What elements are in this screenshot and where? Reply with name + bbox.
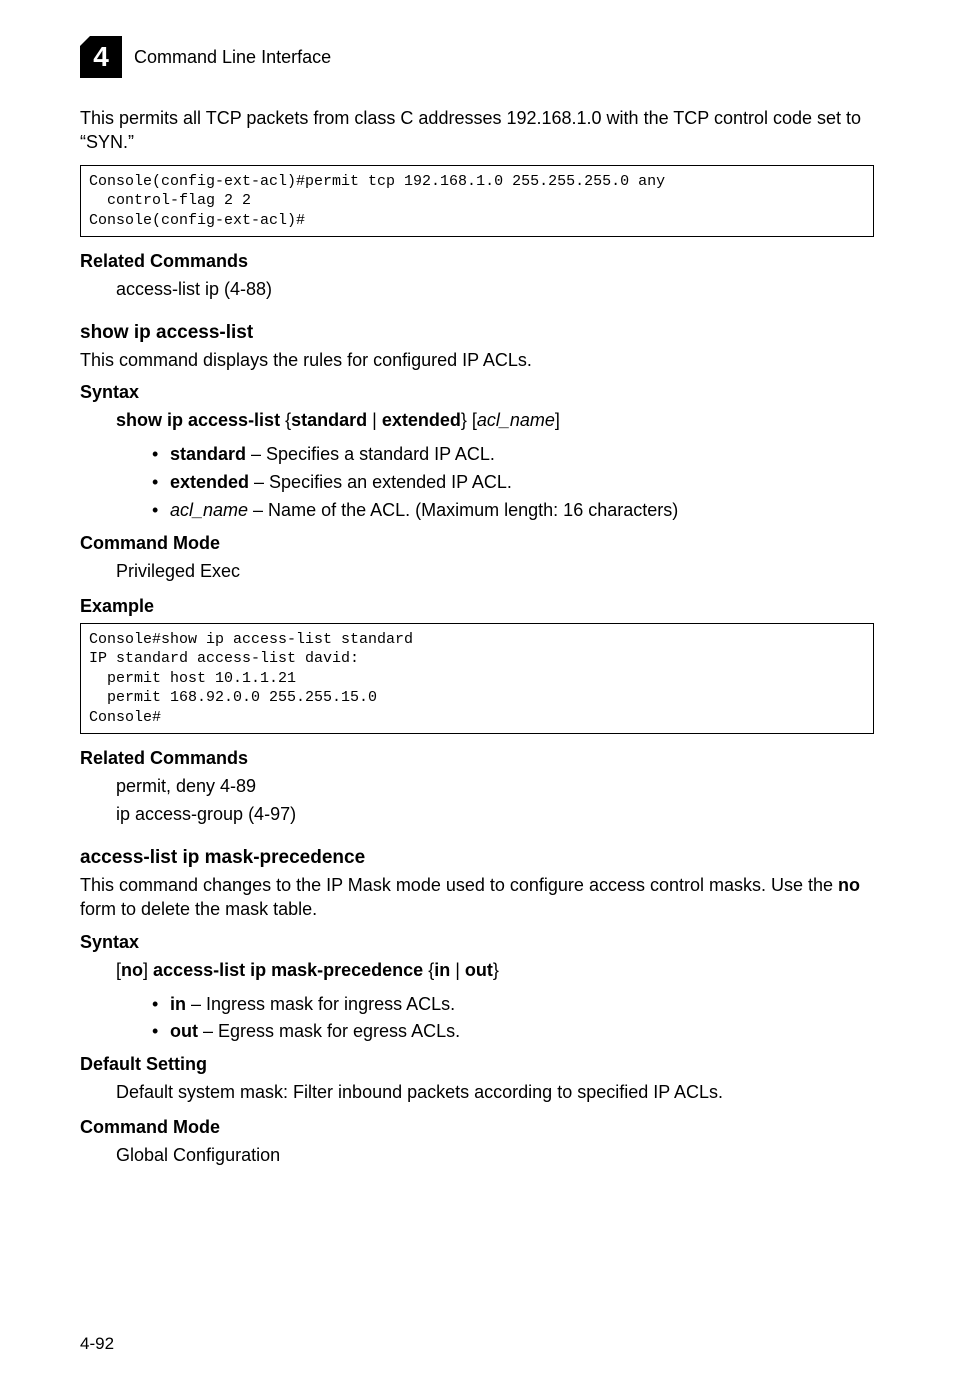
page-number: 4-92 [80,1334,114,1354]
command-desc-2: This command changes to the IP Mask mode… [80,873,874,922]
syntax-opt2: out [465,960,493,980]
bullet-keyword: extended [170,472,249,492]
bullet-keyword: standard [170,444,246,464]
bullet-keyword: out [170,1021,198,1041]
bullet-text: – Name of the ACL. (Maximum length: 16 c… [248,500,678,520]
syntax-brace: { [423,960,434,980]
command-mode-line-1: Privileged Exec [116,558,874,586]
syntax-heading-1: Syntax [80,382,874,403]
bullet-item: acl_name – Name of the ACL. (Maximum len… [152,497,874,525]
syntax-pipe: | [450,960,465,980]
desc-text: form to delete the mask table. [80,899,317,919]
code-block-1: Console(config-ext-acl)#permit tcp 192.1… [80,165,874,238]
bullet-item: extended – Specifies an extended IP ACL. [152,469,874,497]
desc-keyword: no [838,875,860,895]
related-commands-line-2b: ip access-group (4-97) [116,801,874,829]
page-root: 4 Command Line Interface This permits al… [0,0,954,1388]
syntax-pipe: | [367,410,382,430]
bullet-arg: acl_name [170,500,248,520]
syntax-arg: acl_name [477,410,555,430]
syntax-opt2: extended [382,410,461,430]
command-mode-heading-1: Command Mode [80,533,874,554]
syntax-cmd: access-list ip mask-precedence [153,960,423,980]
header-title: Command Line Interface [134,47,331,68]
related-commands-heading-1: Related Commands [80,251,874,272]
bullet-text: – Specifies an extended IP ACL. [249,472,512,492]
syntax-brace: } [493,960,499,980]
command-desc-1: This command displays the rules for conf… [80,348,874,372]
syntax-cmd: show ip access-list [116,410,280,430]
bullet-item: out – Egress mask for egress ACLs. [152,1018,874,1046]
syntax-brace: ] [555,410,560,430]
syntax-bracket: ] [143,960,153,980]
bullet-item: standard – Specifies a standard IP ACL. [152,441,874,469]
command-name-2: access-list ip mask-precedence [80,847,874,869]
syntax-heading-2: Syntax [80,932,874,953]
bullet-item: in – Ingress mask for ingress ACLs. [152,991,874,1019]
syntax-line-1: show ip access-list {standard | extended… [116,407,874,435]
chapter-number: 4 [93,41,109,73]
command-name-1: show ip access-list [80,322,874,344]
syntax-bullets-1: standard – Specifies a standard IP ACL. … [152,441,874,525]
desc-text: This command changes to the IP Mask mode… [80,875,838,895]
command-mode-heading-2: Command Mode [80,1117,874,1138]
chapter-badge: 4 [80,36,122,78]
example-heading-1: Example [80,596,874,617]
bullet-text: – Egress mask for egress ACLs. [198,1021,460,1041]
related-commands-line-1: access-list ip (4-88) [116,276,874,304]
page-header: 4 Command Line Interface [80,36,874,78]
syntax-opt1: in [434,960,450,980]
syntax-brace: } [ [461,410,477,430]
related-commands-line-2a: permit, deny 4-89 [116,773,874,801]
syntax-opt1: standard [291,410,367,430]
bullet-text: – Specifies a standard IP ACL. [246,444,495,464]
bullet-text: – Ingress mask for ingress ACLs. [186,994,455,1014]
syntax-brace: { [280,410,291,430]
related-commands-heading-2: Related Commands [80,748,874,769]
command-mode-line-2: Global Configuration [116,1142,874,1170]
code-block-2: Console#show ip access-list standard IP … [80,623,874,735]
bullet-keyword: in [170,994,186,1014]
syntax-line-2: [no] access-list ip mask-precedence {in … [116,957,874,985]
default-setting-line: Default system mask: Filter inbound pack… [116,1079,874,1107]
syntax-bullets-2: in – Ingress mask for ingress ACLs. out … [152,991,874,1047]
intro-paragraph: This permits all TCP packets from class … [80,106,874,155]
default-setting-heading: Default Setting [80,1054,874,1075]
syntax-no: no [121,960,143,980]
